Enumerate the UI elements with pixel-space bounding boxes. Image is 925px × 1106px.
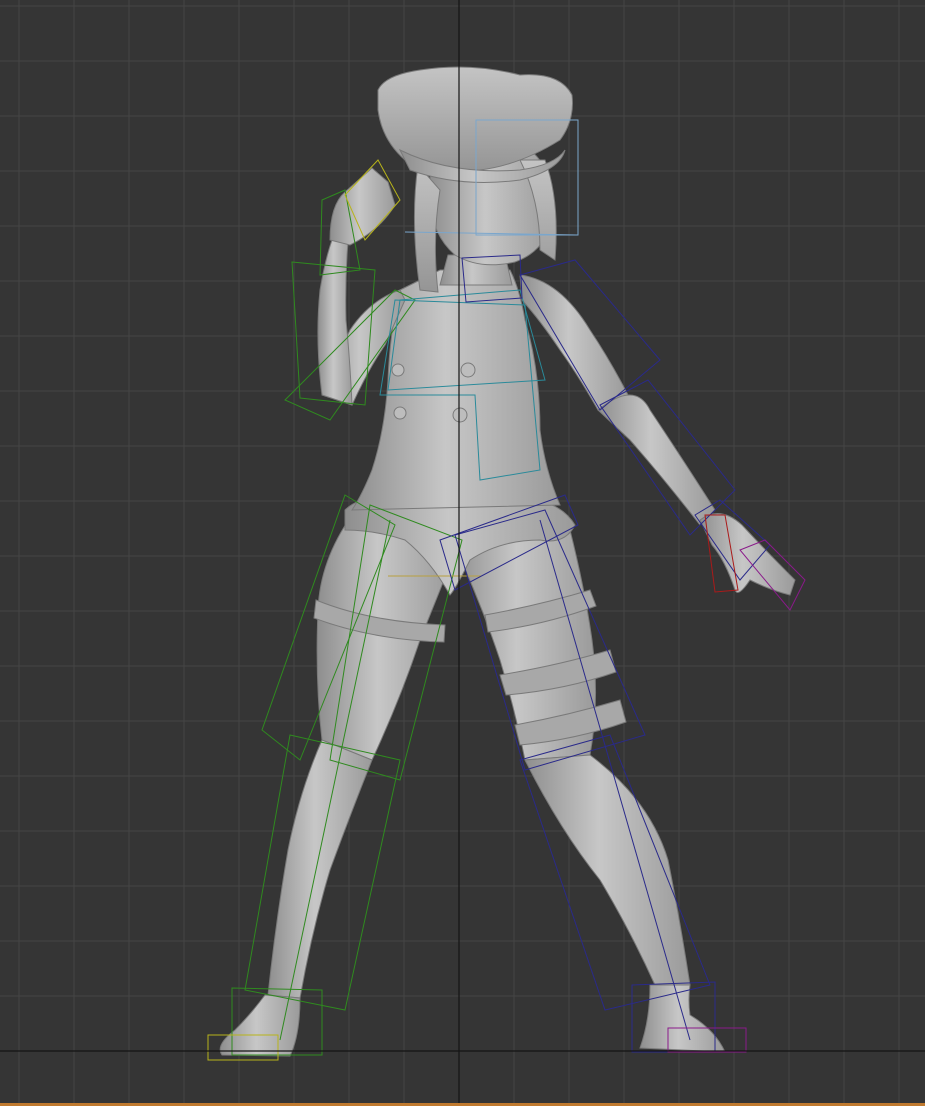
model-button-2 [452,407,468,423]
model-right-foot [639,984,726,1053]
model-button-4 [391,363,405,377]
3d-viewport[interactable] [0,0,925,1106]
model-button-1 [460,362,476,378]
character-model[interactable] [219,66,796,1057]
model-button-3 [393,406,407,420]
model-right-shin [524,754,691,986]
viewport-canvas[interactable] [0,0,925,1106]
model-right-forearm [597,394,716,526]
